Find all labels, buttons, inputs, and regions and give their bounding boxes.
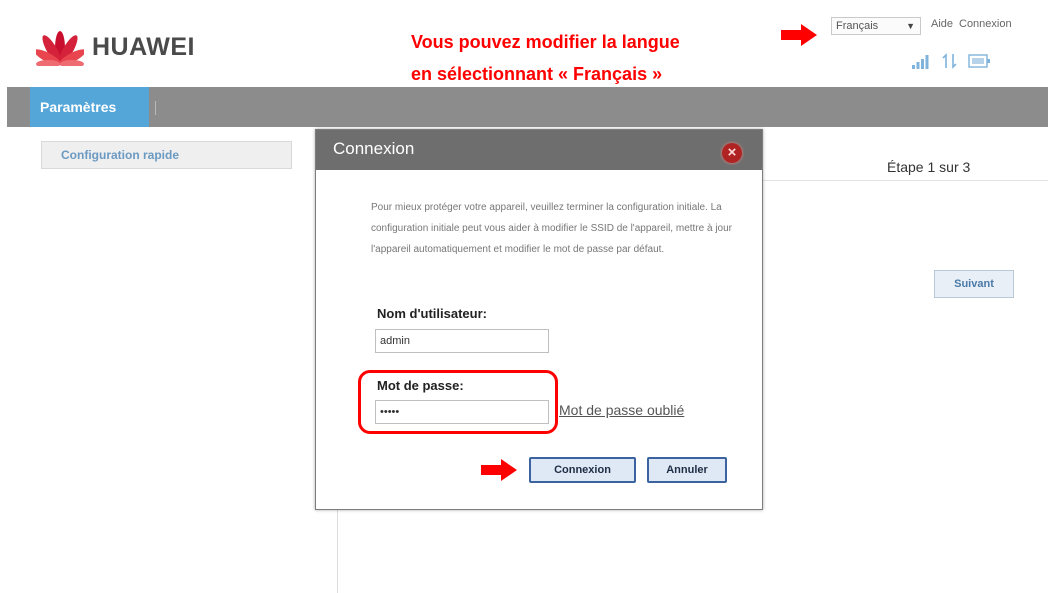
tab-settings[interactable]: Paramètres — [30, 87, 149, 127]
huawei-logo: HUAWEI — [36, 25, 195, 69]
dialog-description: Pour mieux protéger votre appareil, veui… — [371, 202, 732, 255]
login-dialog: Connexion × Pour mieux protéger votre ap… — [315, 129, 763, 510]
right-arrow-icon — [481, 459, 517, 481]
top-nav-bar — [7, 87, 1048, 127]
data-transfer-icon — [942, 53, 957, 69]
annotation-line-1: Vous pouvez modifier la langue — [411, 32, 680, 52]
close-icon[interactable]: × — [722, 143, 742, 163]
right-arrow-icon — [781, 24, 817, 46]
annotation-line-2: en sélectionnant « Français » — [411, 64, 663, 84]
password-highlight-box — [358, 370, 558, 434]
help-link[interactable]: Aide — [931, 18, 953, 30]
login-link[interactable]: Connexion — [959, 18, 1012, 30]
forgot-password-link[interactable]: Mot de passe oublié — [559, 402, 684, 418]
connect-button[interactable]: Connexion — [529, 457, 636, 483]
cancel-button[interactable]: Annuler — [647, 457, 727, 483]
huawei-petal-icon — [36, 31, 84, 66]
router-web-page: HUAWEI Vous pouvez modifier la langue en… — [7, 8, 1048, 593]
brand-name: HUAWEI — [92, 32, 195, 61]
signal-icon — [912, 55, 929, 69]
username-label: Nom d'utilisateur: — [377, 306, 487, 321]
language-select-value: Français — [836, 20, 879, 32]
nav-separator — [155, 101, 156, 115]
next-button[interactable]: Suivant — [934, 270, 1014, 298]
step-header-divider — [752, 180, 1048, 181]
status-icons — [912, 53, 992, 69]
network-type-icon — [968, 54, 990, 68]
dropdown-arrow-icon: ▼ — [906, 21, 915, 31]
wizard-step-indicator: Étape 1 sur 3 — [887, 159, 971, 175]
dialog-title: Connexion — [333, 139, 415, 158]
sidebar-item-quick-setup[interactable]: Configuration rapide — [41, 141, 292, 169]
username-field[interactable] — [375, 329, 549, 353]
language-select[interactable]: Français ▼ — [831, 17, 921, 35]
